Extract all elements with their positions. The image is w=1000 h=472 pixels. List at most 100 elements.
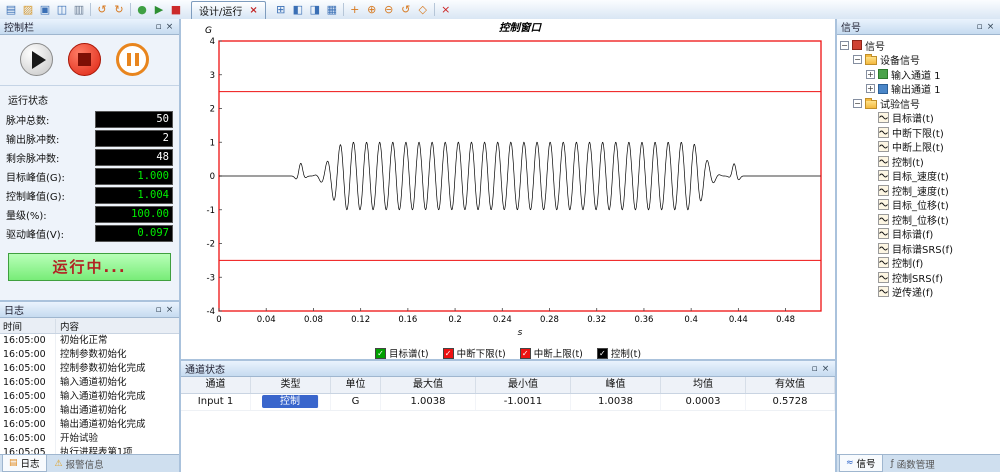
pan-icon[interactable]: ◇: [415, 2, 431, 17]
tree-item[interactable]: 中断上限(t): [840, 140, 1000, 155]
field-label: 脉冲总数:: [6, 112, 95, 127]
tree-expander-plus[interactable]: +: [866, 84, 875, 93]
zoom-reset-icon[interactable]: ↺: [398, 2, 414, 17]
log-row[interactable]: 16:05:00输出通道初始化完成: [0, 418, 179, 432]
tree-item[interactable]: 控制_位移(t): [840, 212, 1000, 227]
legend-checkbox[interactable]: ✓: [375, 348, 386, 359]
log-row[interactable]: 16:05:05执行进程表第1项: [0, 446, 179, 454]
toolbar-separator: [130, 3, 131, 16]
pin-icon[interactable]: ▫: [974, 22, 985, 32]
stop-button[interactable]: [68, 43, 101, 76]
tree-item[interactable]: 目标谱(t): [840, 111, 1000, 126]
legend-checkbox[interactable]: ✓: [597, 348, 608, 359]
print-icon[interactable]: ▥: [71, 2, 87, 17]
control-window-chart[interactable]: 控制窗口G43210-1-2-3-400.040.080.120.160.20.…: [181, 19, 833, 341]
pin-icon[interactable]: ▫: [153, 305, 164, 315]
log-message: 控制参数初始化: [56, 348, 179, 362]
legend-item[interactable]: ✓中断下限(t): [443, 346, 506, 360]
tree-expander-minus[interactable]: −: [853, 55, 862, 64]
tree-item[interactable]: 逆传递(f): [840, 285, 1000, 300]
new-icon[interactable]: ▤: [3, 2, 19, 17]
save-icon[interactable]: ▣: [37, 2, 53, 17]
log-row[interactable]: 16:05:00输入通道初始化完成: [0, 390, 179, 404]
zoom-out-icon[interactable]: ⊖: [381, 2, 397, 17]
legend-checkbox[interactable]: ✓: [520, 348, 531, 359]
channel-cell: 0.5728: [746, 394, 835, 410]
pause-button[interactable]: [116, 43, 149, 76]
save-all-icon[interactable]: ◫: [54, 2, 70, 17]
log-row[interactable]: 16:05:00开始试验: [0, 432, 179, 446]
field-value: 1.004: [95, 187, 173, 204]
legend-item[interactable]: ✓中断上限(t): [520, 346, 583, 360]
log-message: 输入通道初始化: [56, 376, 179, 390]
tree-item[interactable]: +输出通道 1: [840, 82, 1000, 97]
channel-row[interactable]: Input 1控制G1.0038-1.00111.00380.00030.572…: [181, 394, 835, 411]
tree-item[interactable]: 目标_速度(t): [840, 169, 1000, 184]
start-button[interactable]: [20, 43, 53, 76]
undo-icon[interactable]: ↺: [94, 2, 110, 17]
tab-日志[interactable]: ▤日志: [2, 455, 47, 472]
tab-label: 日志: [21, 456, 40, 470]
channel-column-header: 有效值: [746, 377, 835, 393]
open-icon[interactable]: ▨: [20, 2, 36, 17]
redo-icon[interactable]: ↻: [111, 2, 127, 17]
tree-item[interactable]: 目标_位移(t): [840, 198, 1000, 213]
tab-函数管理[interactable]: ƒ函数管理: [885, 455, 941, 472]
zoom-in-icon[interactable]: ⊕: [364, 2, 380, 17]
tree-item[interactable]: 控制(t): [840, 154, 1000, 169]
tree-item[interactable]: 目标谱(f): [840, 227, 1000, 242]
tree-item[interactable]: 中断下限(t): [840, 125, 1000, 140]
connect-icon[interactable]: ●: [134, 2, 150, 17]
legend-item[interactable]: ✓目标谱(t): [375, 346, 429, 360]
log-row[interactable]: 16:05:00控制参数初始化: [0, 348, 179, 362]
crosshair-cursor-icon[interactable]: +: [347, 2, 363, 17]
tree-expander-minus[interactable]: −: [840, 41, 849, 50]
legend-label: 控制(t): [611, 346, 641, 360]
tree-item[interactable]: 控制SRS(f): [840, 270, 1000, 285]
x-axis-label: s: [518, 328, 523, 338]
run-status-fields: 脉冲总数:50输出脉冲数:2剩余脉冲数:48目标峰值(G):1.000控制峰值(…: [0, 110, 179, 243]
pin-icon[interactable]: ▫: [809, 364, 820, 374]
run-test-icon[interactable]: ▶: [151, 2, 167, 17]
tab-信号[interactable]: ≈信号: [839, 455, 883, 472]
chart-title: 控制窗口: [499, 21, 542, 34]
log-row[interactable]: 16:05:00输入通道初始化: [0, 376, 179, 390]
tree-item[interactable]: 目标谱SRS(f): [840, 241, 1000, 256]
tree-item[interactable]: −试验信号: [840, 96, 1000, 111]
close-icon[interactable]: ×: [820, 364, 831, 374]
tree-item-label: 控制(t): [892, 154, 924, 169]
legend-checkbox[interactable]: ✓: [443, 348, 454, 359]
log-row[interactable]: 16:05:00控制参数初始化完成: [0, 362, 179, 376]
tree-item[interactable]: 控制_速度(t): [840, 183, 1000, 198]
tab-报警信息[interactable]: ⚠报警信息: [49, 455, 110, 472]
tree-item[interactable]: +输入通道 1: [840, 67, 1000, 82]
log-row[interactable]: 16:05:00输出通道初始化: [0, 404, 179, 418]
channel-column-header: 单位: [331, 377, 381, 393]
close-window-icon[interactable]: ×: [438, 2, 454, 17]
tree-item[interactable]: −信号: [840, 38, 1000, 53]
chart-grid-icon[interactable]: ▦: [324, 2, 340, 17]
log-time: 16:05:00: [0, 404, 56, 418]
legend-item[interactable]: ✓控制(t): [597, 346, 641, 360]
signal-wave-icon: [878, 170, 889, 181]
x-tick-label: 0.4: [684, 315, 698, 325]
window-layout-icon[interactable]: ⊞: [273, 2, 289, 17]
close-icon[interactable]: ×: [164, 22, 175, 32]
pause-icon: [127, 53, 139, 66]
tree-item[interactable]: −设备信号: [840, 53, 1000, 68]
document-tab-close-icon[interactable]: ×: [249, 5, 257, 16]
tile-windows-icon[interactable]: ◨: [307, 2, 323, 17]
log-row[interactable]: 16:05:00初始化正常: [0, 334, 179, 348]
document-tab-design-run[interactable]: 设计/运行 ×: [191, 1, 266, 19]
pin-icon[interactable]: ▫: [153, 22, 164, 32]
chart-legend: ✓目标谱(t)✓中断下限(t)✓中断上限(t)✓控制(t): [181, 344, 835, 362]
stop-test-icon[interactable]: ■: [168, 2, 184, 17]
channel-column-header: 最小值: [476, 377, 571, 393]
tree-expander-minus[interactable]: −: [853, 99, 862, 108]
cascade-windows-icon[interactable]: ◧: [290, 2, 306, 17]
tree-item[interactable]: 控制(f): [840, 256, 1000, 271]
close-icon[interactable]: ×: [164, 305, 175, 315]
close-icon[interactable]: ×: [985, 22, 996, 32]
pulse-total-field: 脉冲总数:50: [6, 110, 173, 129]
tree-expander-plus[interactable]: +: [866, 70, 875, 79]
